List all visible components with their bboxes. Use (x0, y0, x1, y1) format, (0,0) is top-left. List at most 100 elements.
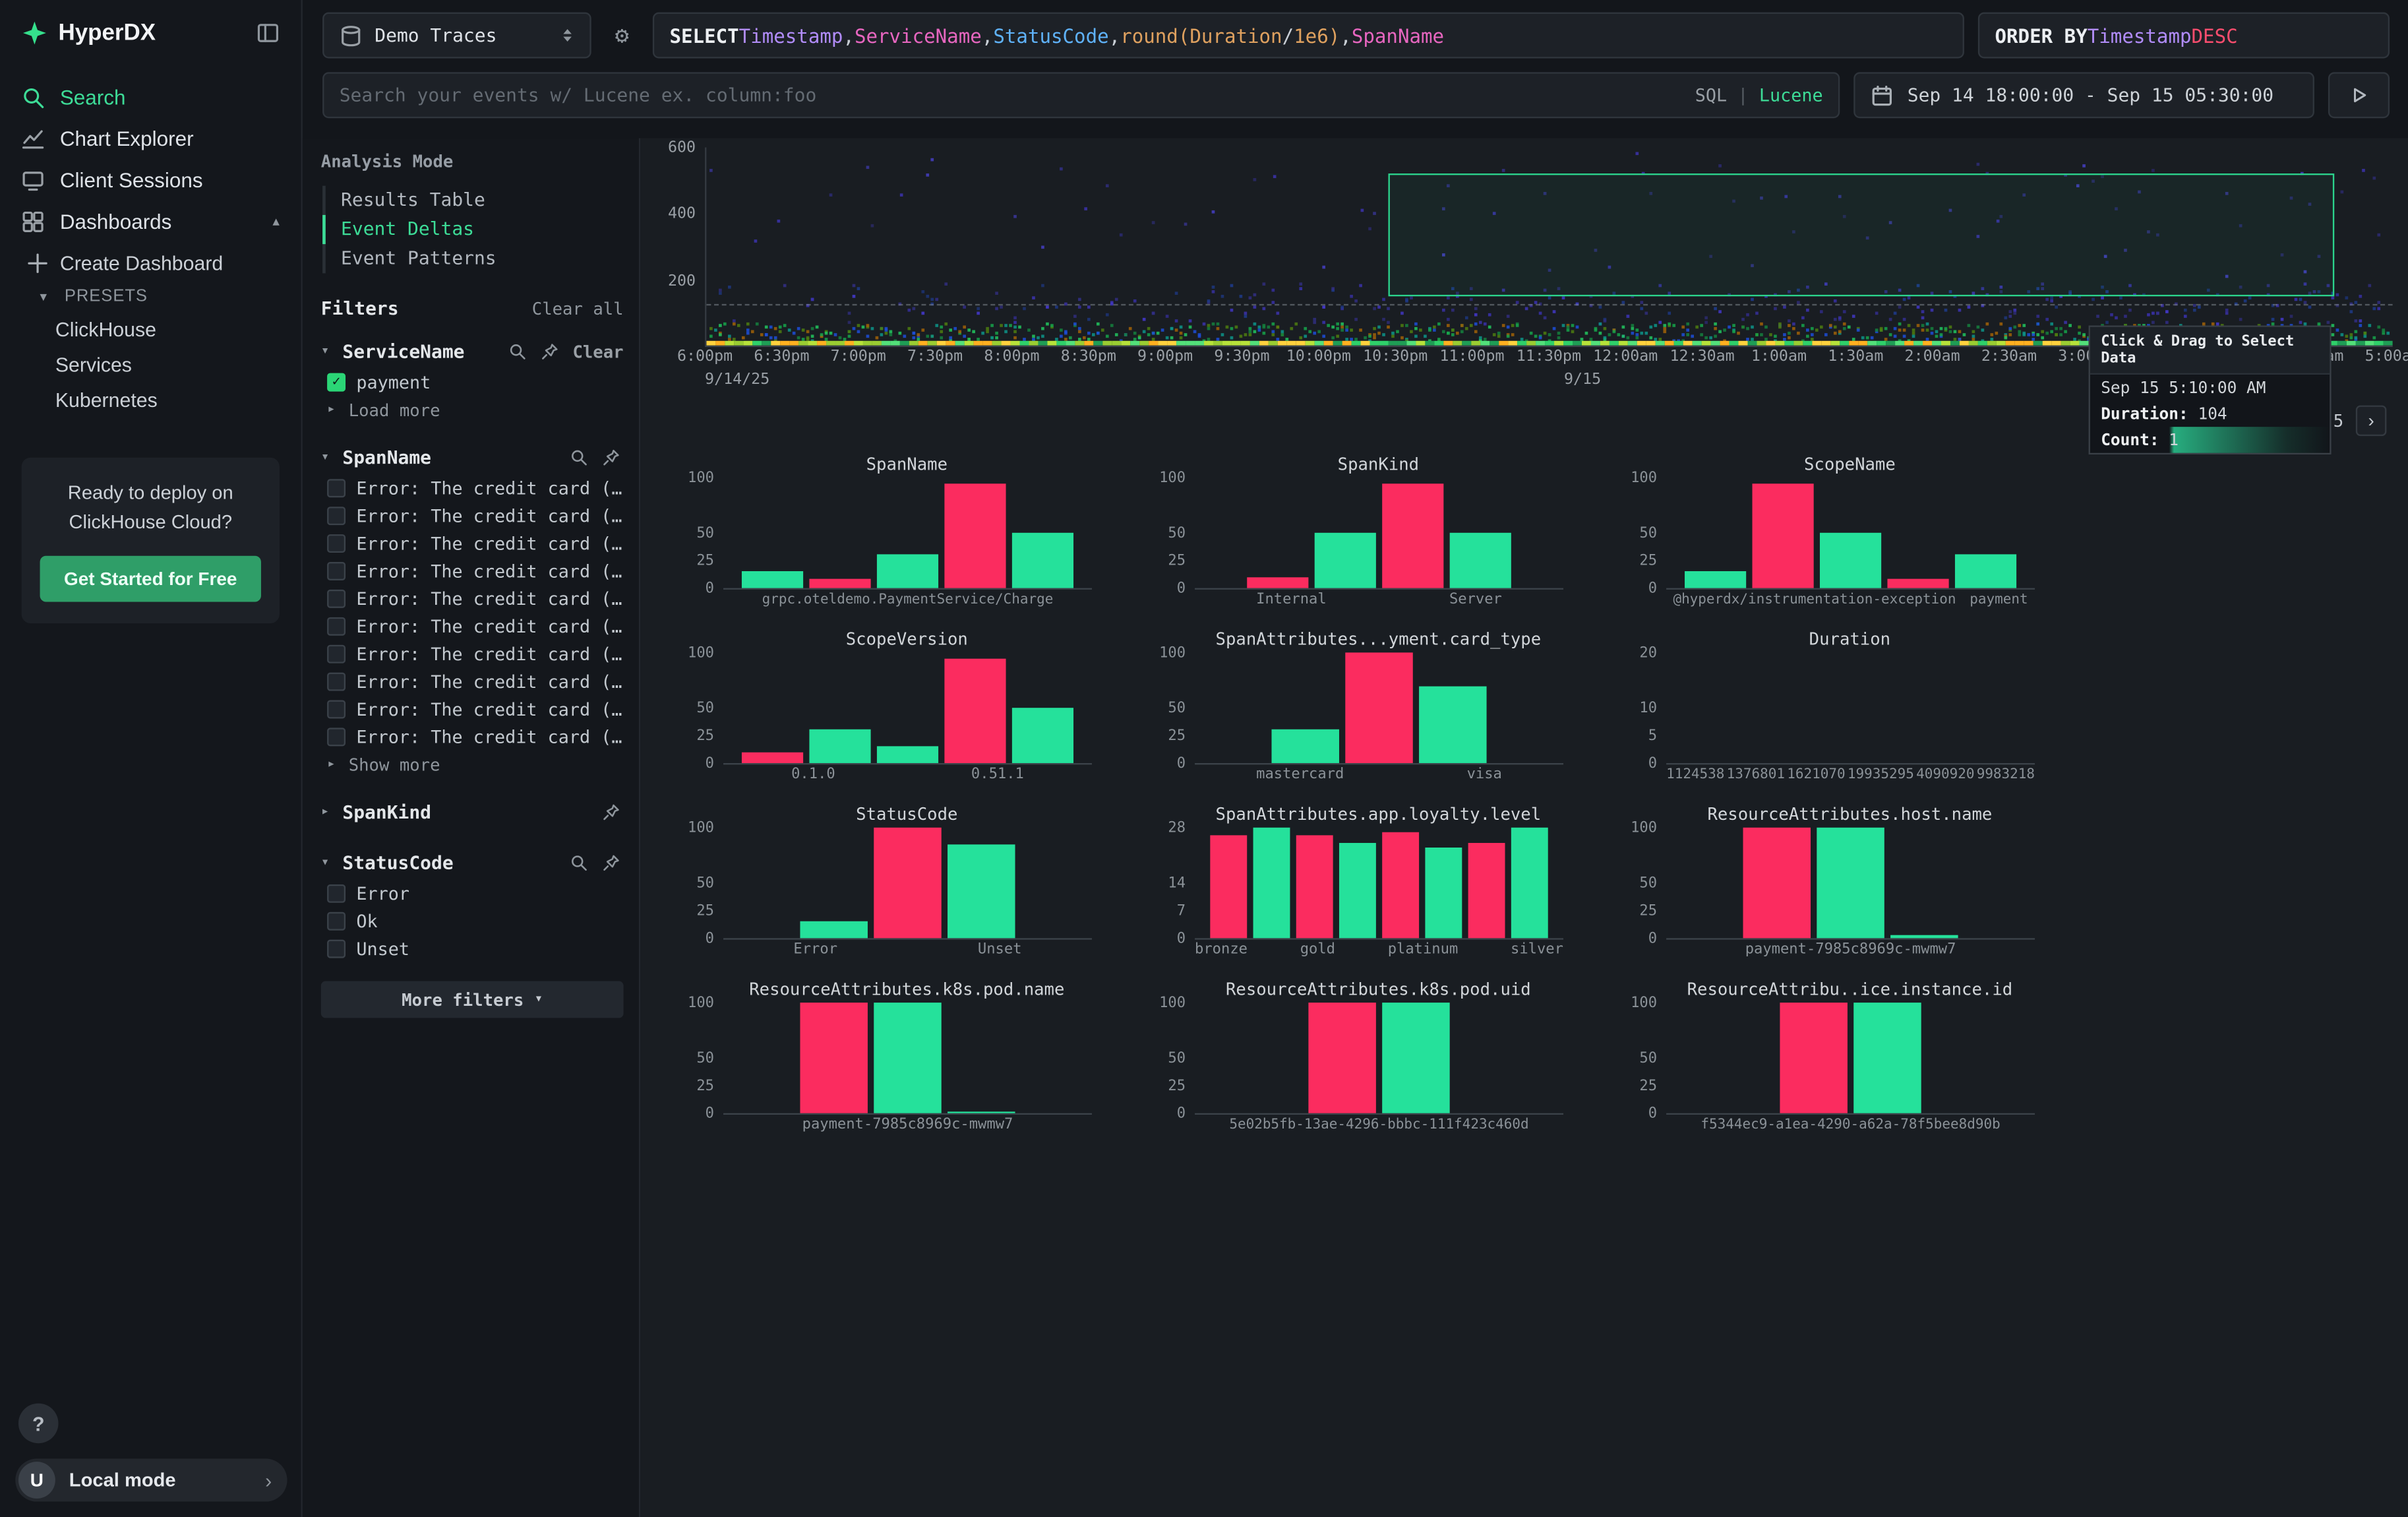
heatmap-cell (1023, 307, 1026, 311)
chart-plot[interactable] (1666, 479, 2035, 590)
chevron-down-icon[interactable]: ▾ (321, 344, 335, 359)
collapse-sidebar-icon[interactable] (256, 22, 280, 45)
filter-option-error-the-credit-card[interactable]: Error: The credit card (… (321, 640, 624, 668)
clear-all-button[interactable]: Clear all (532, 299, 624, 319)
chart-y-axis: 051020 (1614, 654, 1666, 765)
chart-plot[interactable] (1195, 829, 1563, 940)
chart-plot[interactable] (1666, 829, 2035, 940)
filter-load-more-button[interactable]: ▸Load more (321, 396, 624, 424)
chart-icon (22, 127, 45, 150)
lang-lucene-toggle[interactable]: Lucene (1759, 84, 1823, 106)
chart-plot[interactable] (1666, 654, 2035, 765)
heatmap-cell (1935, 335, 1939, 338)
analysis-mode-event-patterns[interactable]: Event Patterns (322, 244, 624, 273)
checkbox[interactable] (327, 673, 346, 691)
source-settings-button[interactable]: ⚙ (605, 13, 639, 59)
sidebar-subitem-clickhouse[interactable]: ClickHouse (0, 312, 301, 348)
heatmap-plot[interactable] (705, 147, 2393, 347)
sidebar-subitem-presets[interactable]: ▾PRESETS (0, 281, 301, 312)
filter-option-unset[interactable]: Unset (321, 935, 624, 963)
filter-option-error-the-credit-card[interactable]: Error: The credit card (… (321, 585, 624, 613)
filter-search-icon[interactable] (566, 449, 591, 467)
heatmap-cell (1322, 305, 1325, 308)
pin-icon[interactable] (537, 342, 562, 361)
filter-show-more-button[interactable]: ▸Show more (321, 751, 624, 778)
chart-plot[interactable] (1666, 1004, 2035, 1115)
filter-option-payment[interactable]: ✓payment (321, 369, 624, 396)
chart-plot[interactable] (723, 829, 1092, 940)
filter-option-error[interactable]: Error (321, 880, 624, 908)
chevron-right-icon[interactable]: ▸ (321, 805, 335, 820)
sql-select-input[interactable]: SELECT Timestamp, ServiceName, StatusCod… (653, 13, 1964, 59)
sidebar-subitem-label: Services (55, 353, 132, 376)
search-input[interactable] (340, 84, 1680, 106)
pin-icon[interactable] (599, 803, 623, 821)
checkbox[interactable] (327, 479, 346, 497)
checkbox[interactable] (327, 617, 346, 636)
filter-option-error-the-credit-card[interactable]: Error: The credit card (… (321, 530, 624, 557)
heatmap-cell (921, 313, 924, 316)
heatmap-x-tick: 7:30pm (907, 348, 963, 365)
filter-option-error-the-credit-card[interactable]: Error: The credit card (… (321, 696, 624, 724)
heatmap-cell (1299, 283, 1302, 286)
selection-rect[interactable] (1388, 173, 2334, 296)
checkbox[interactable] (327, 562, 346, 580)
pin-icon[interactable] (599, 449, 623, 467)
heatmap-cell (1212, 323, 1215, 326)
checkbox[interactable] (327, 534, 346, 553)
sidebar-subitem-services[interactable]: Services (0, 347, 301, 383)
order-by-input[interactable]: ORDER BY Timestamp DESC (1978, 13, 2390, 59)
chevron-down-icon[interactable]: ▾ (321, 450, 335, 465)
chart-plot[interactable] (723, 1004, 1092, 1115)
checkbox[interactable] (327, 507, 346, 525)
filter-option-error-the-credit-card[interactable]: Error: The credit card (… (321, 557, 624, 585)
chart-plot[interactable] (1195, 1004, 1563, 1115)
checkbox[interactable] (327, 645, 346, 664)
checkbox[interactable] (327, 728, 346, 746)
checkbox[interactable] (327, 940, 346, 958)
heatmap-cell (2050, 296, 2053, 299)
filter-option-error-the-credit-card[interactable]: Error: The credit card (… (321, 668, 624, 696)
analysis-mode-results-table[interactable]: Results Table (322, 186, 624, 215)
sidebar-item-dashboards[interactable]: Dashboards▴ (0, 201, 301, 243)
filter-search-icon[interactable] (505, 342, 529, 361)
checkbox[interactable] (327, 700, 346, 719)
filter-option-error-the-credit-card[interactable]: Error: The credit card (… (321, 723, 624, 751)
run-query-button[interactable] (2328, 72, 2390, 118)
lang-sql-toggle[interactable]: SQL (1695, 84, 1727, 106)
heatmap-cell (1447, 297, 1450, 300)
analysis-mode-event-deltas[interactable]: Event Deltas (322, 215, 624, 244)
filter-option-ok[interactable]: Ok (321, 908, 624, 935)
help-button[interactable]: ? (18, 1404, 59, 1444)
heatmap-cell (1654, 325, 1657, 328)
chevron-down-icon[interactable]: ▾ (321, 855, 335, 871)
filter-option-error-the-credit-card[interactable]: Error: The credit card (… (321, 613, 624, 640)
chart-plot[interactable] (723, 654, 1092, 765)
sidebar-item-client-sessions[interactable]: Client Sessions (0, 160, 301, 201)
heatmap-cell (917, 337, 920, 340)
sidebar-item-chart-explorer[interactable]: Chart Explorer (0, 118, 301, 160)
filter-option-error-the-credit-card[interactable]: Error: The credit card (… (321, 502, 624, 530)
source-select[interactable]: Demo Traces (322, 13, 591, 59)
filter-option-error-the-credit-card[interactable]: Error: The credit card (… (321, 474, 624, 502)
pin-icon[interactable] (599, 853, 623, 872)
date-range-picker[interactable]: Sep 14 18:00:00 - Sep 15 05:30:00 (1853, 72, 2314, 118)
checkbox[interactable] (327, 912, 346, 931)
sidebar-subitem-kubernetes[interactable]: Kubernetes (0, 383, 301, 418)
heatmap-cell (1488, 325, 1491, 328)
local-mode-button[interactable]: U Local mode › (15, 1459, 287, 1502)
next-page-button[interactable]: › (2356, 406, 2387, 437)
chart-plot[interactable] (723, 479, 1092, 590)
get-started-button[interactable]: Get Started for Free (40, 555, 261, 602)
chart-plot[interactable] (1195, 479, 1563, 590)
more-filters-button[interactable]: More filters ▾ (321, 981, 624, 1018)
sidebar-item-search[interactable]: Search (0, 77, 301, 118)
checkbox[interactable] (327, 590, 346, 608)
filter-clear-button[interactable]: Clear (572, 342, 623, 361)
sidebar-subitem-create-dashboard[interactable]: Create Dashboard (0, 245, 301, 281)
chart-plot[interactable] (1195, 654, 1563, 765)
checkbox[interactable] (327, 884, 346, 903)
checkbox[interactable]: ✓ (327, 373, 346, 392)
chart-x-labels: f5344ec9-a1ea-4290-a62a-78f5bee8d90b (1666, 1115, 2035, 1134)
filter-search-icon[interactable] (566, 853, 591, 872)
